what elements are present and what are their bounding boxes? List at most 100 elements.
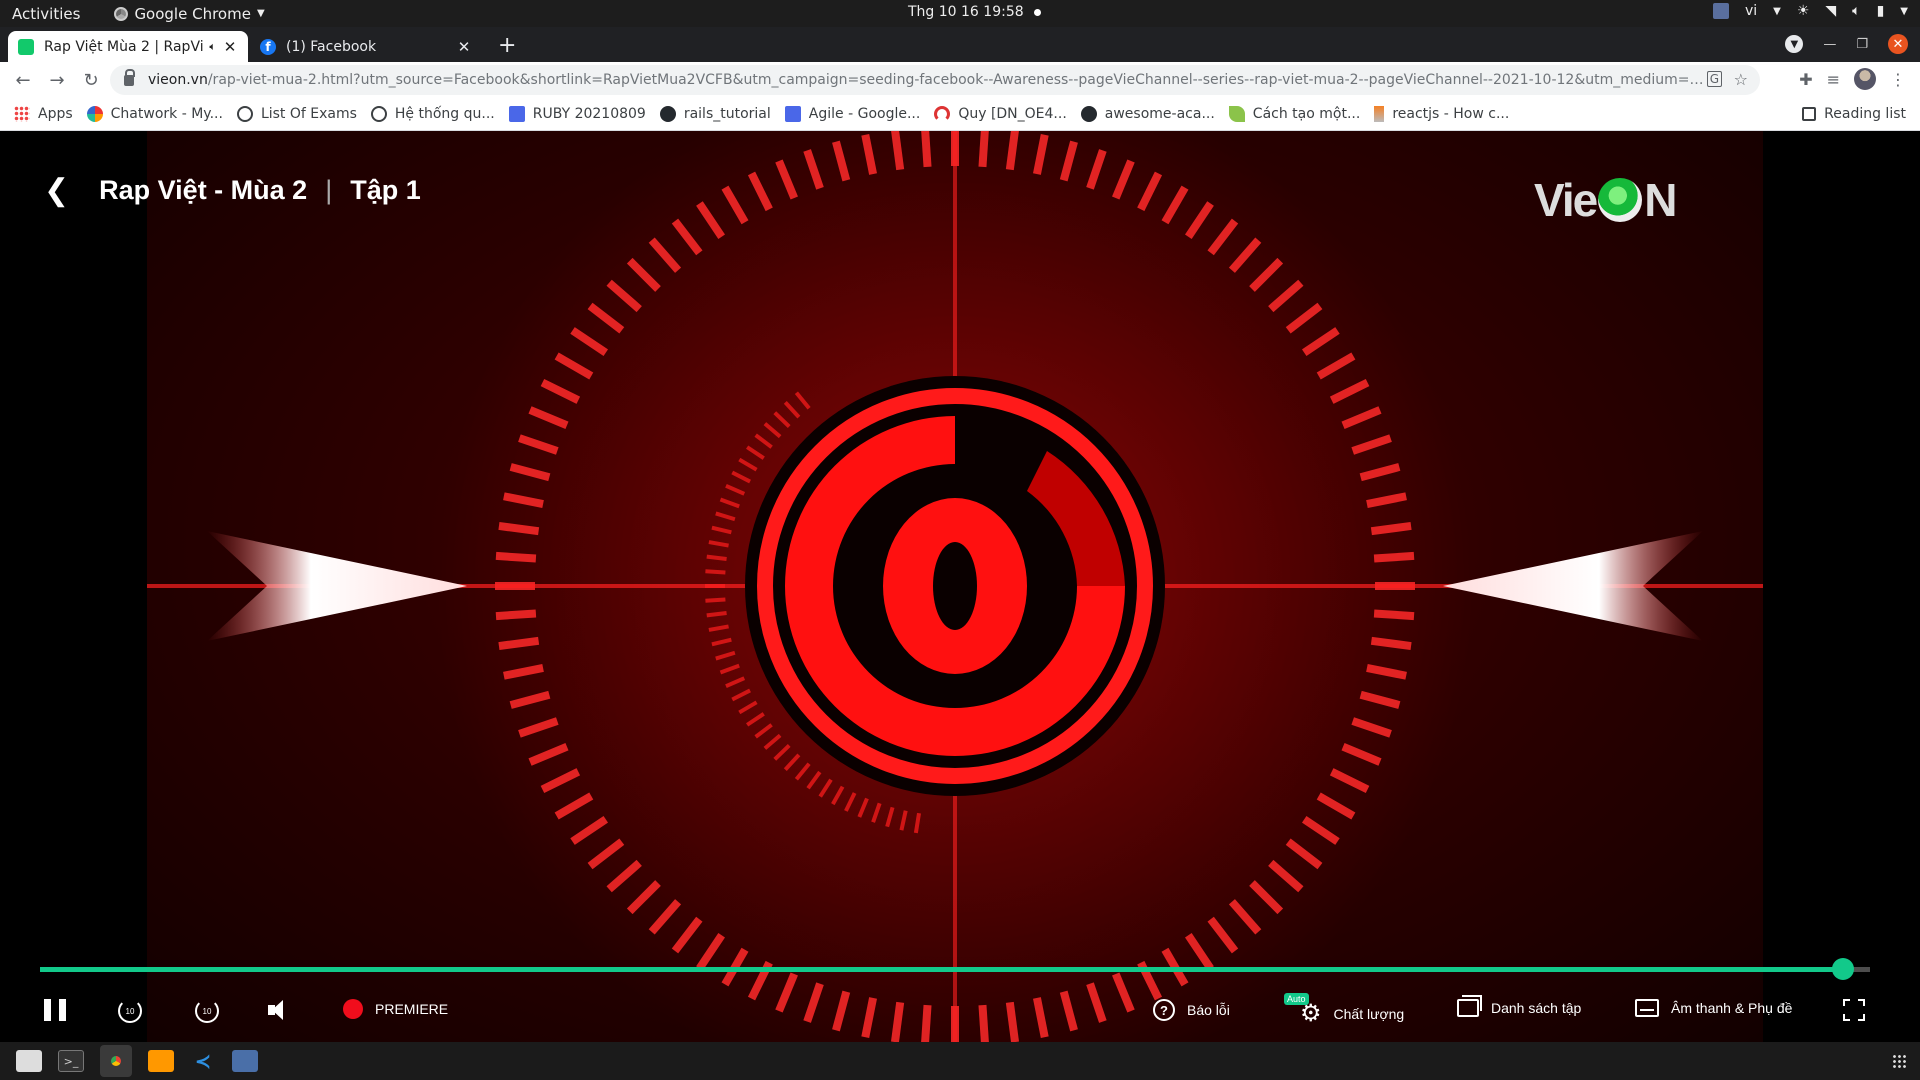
fullscreen-button[interactable] — [1843, 999, 1865, 1021]
brightness-icon[interactable]: ☀ — [1797, 3, 1810, 19]
extensions-icon[interactable]: ✚ — [1799, 70, 1812, 89]
close-tab-icon[interactable]: ✕ — [456, 38, 472, 56]
ring-tick — [495, 609, 537, 621]
back-arrow-icon[interactable]: ❮ — [44, 173, 69, 208]
tab-title: (1) Facebook — [286, 38, 377, 55]
pause-icon — [44, 999, 66, 1021]
battery-icon[interactable]: ▮ — [1877, 3, 1885, 19]
episode-list-button[interactable]: Danh sách tập — [1457, 995, 1581, 1017]
back-icon[interactable]: ← — [12, 70, 34, 91]
bookmark-label: Hệ thống qu... — [394, 106, 495, 122]
bookmark-rails-tutorial[interactable]: rails_tutorial — [659, 106, 771, 122]
reload-icon[interactable]: ↻ — [80, 70, 102, 91]
caret-down-icon: ▼ — [1900, 5, 1908, 17]
player-controls: 10 10 PREMIERE ? Báo lỗi ⚙ Auto Chất lượn… — [0, 991, 1920, 1035]
premiere-indicator: PREMIERE — [343, 999, 448, 1019]
language-indicator[interactable]: vi — [1745, 3, 1757, 19]
app-menu[interactable]: Google Chrome ▼ — [114, 5, 265, 23]
restore-icon[interactable]: ❐ — [1856, 37, 1868, 52]
inner-tick — [706, 554, 727, 561]
minimize-icon[interactable]: — — [1823, 37, 1836, 52]
bookmark-label: Apps — [38, 106, 73, 122]
terminal-app-icon[interactable]: >_ — [58, 1050, 84, 1072]
bookmark-label: Cách tạo một... — [1252, 106, 1361, 122]
new-tab-icon[interactable]: + — [498, 33, 516, 58]
tab-facebook[interactable]: f (1) Facebook ✕ — [250, 31, 482, 62]
browser-toolbar: ← → ↻ vieon.vn /rap-viet-mua-2.html?utm_… — [0, 62, 1920, 98]
profile-avatar[interactable] — [1854, 68, 1876, 90]
rewind-10-button[interactable]: 10 — [118, 999, 142, 1023]
forward-icon[interactable]: → — [46, 70, 68, 91]
show-applications-icon[interactable] — [1892, 1054, 1906, 1068]
leaf-icon — [1228, 106, 1245, 122]
quality-button[interactable]: ⚙ Auto Chất lượng — [1284, 993, 1404, 1028]
ring-tick — [1373, 551, 1415, 563]
auto-badge: Auto — [1284, 993, 1309, 1005]
caret-down-icon: ▼ — [1773, 5, 1781, 17]
video-title-bar: ❮ Rap Việt - Mùa 2 | Tập 1 — [44, 173, 421, 208]
wifi-icon[interactable]: ◥ — [1825, 3, 1836, 19]
menu-icon[interactable]: ⋮ — [1890, 70, 1906, 89]
files-app-icon[interactable] — [16, 1050, 42, 1072]
bookmark-cach-tao[interactable]: Cách tạo một... — [1228, 106, 1361, 122]
vieon-logo: Vie N — [1534, 173, 1677, 227]
address-bar[interactable]: vieon.vn /rap-viet-mua-2.html?utm_source… — [110, 65, 1760, 95]
bookmark-apps[interactable]: Apps — [14, 106, 73, 122]
keyboard-icon[interactable] — [1712, 3, 1729, 19]
audio-subtitles-button[interactable]: Âm thanh & Phụ đề — [1635, 999, 1792, 1017]
translate-icon[interactable]: G — [1706, 71, 1722, 87]
chrome-app-icon[interactable] — [100, 1045, 132, 1077]
audio-subtitles-label: Âm thanh & Phụ đề — [1671, 1000, 1793, 1016]
bookmark-agile[interactable]: Agile - Google... — [784, 106, 920, 122]
inner-tick — [706, 611, 727, 618]
clock[interactable]: Thg 10 16 19:58 — [908, 4, 1041, 20]
bookmark-reactjs[interactable]: reactjs - How c... — [1374, 106, 1509, 122]
tab-search-icon[interactable]: ▼ — [1785, 35, 1804, 53]
help-circle-icon: ? — [1153, 999, 1175, 1021]
reading-list-button[interactable]: Reading list — [1802, 106, 1906, 122]
volume-icon[interactable]: 🔈︎ — [1852, 3, 1860, 19]
facebook-favicon-icon: f — [260, 38, 276, 55]
bookmark-he-thong[interactable]: Hệ thống qu... — [370, 106, 495, 122]
translator-app-icon[interactable] — [232, 1050, 258, 1072]
bookmark-star-icon[interactable]: ☆ — [1734, 70, 1748, 89]
system-tray[interactable]: vi ▼ ☀ ◥ 🔈︎ ▮ ▼ — [1712, 3, 1908, 19]
pause-button[interactable] — [44, 999, 66, 1021]
report-button[interactable]: ? Báo lỗi — [1153, 999, 1230, 1021]
volume-button[interactable] — [268, 999, 290, 1021]
bookmark-label: rails_tutorial — [683, 106, 771, 122]
bookmark-chatwork[interactable]: Chatwork - My... — [86, 106, 223, 122]
bookmark-list-of-exams[interactable]: List Of Exams — [236, 106, 357, 122]
ring-tick — [498, 521, 540, 536]
audio-playing-icon[interactable]: 🔈︎ — [209, 40, 216, 54]
fullscreen-corner — [1858, 999, 1865, 1006]
progress-handle[interactable] — [1831, 958, 1854, 980]
premiere-label: PREMIERE — [375, 1001, 449, 1017]
close-window-icon[interactable]: ✕ — [1888, 34, 1908, 54]
media-controls-icon[interactable]: ≡ — [1827, 70, 1840, 89]
forward-10-icon: 10 — [195, 999, 219, 1023]
caret-down-icon: ▼ — [256, 8, 265, 19]
bookmark-awesome[interactable]: awesome-aca... — [1080, 106, 1215, 122]
tab-title: Rap Việt Mùa 2 | RapVi — [44, 38, 204, 55]
vscode-app-icon[interactable]: ≺ — [190, 1049, 216, 1073]
lock-icon[interactable] — [124, 68, 135, 86]
video-player[interactable]: ❮ Rap Việt - Mùa 2 | Tập 1 Vie N 10 10 PR… — [0, 131, 1920, 1042]
close-tab-icon[interactable]: ✕ — [222, 38, 238, 56]
notification-dot — [1033, 8, 1041, 16]
apps-grid-icon — [14, 106, 30, 122]
ring-tick — [1370, 636, 1412, 651]
clock-text: Thg 10 16 19:58 — [908, 4, 1024, 20]
progress-bar[interactable] — [40, 958, 1870, 980]
bookmark-ruby[interactable]: RUBY 20210809 — [508, 106, 646, 122]
vieon-favicon-icon — [18, 38, 34, 55]
fullscreen-corner — [1843, 999, 1850, 1006]
bookmark-label: Chatwork - My... — [110, 106, 223, 122]
bookmark-quy[interactable]: Quy [DN_OE4... — [934, 106, 1067, 122]
activities-button[interactable]: Activities — [12, 5, 80, 23]
chatwork-icon — [86, 106, 103, 122]
url-path: /rap-viet-mua-2.html?utm_source=Facebook… — [207, 72, 1708, 88]
tab-vieon[interactable]: Rap Việt Mùa 2 | RapVi 🔈︎ ✕ — [8, 31, 248, 62]
forward-10-button[interactable]: 10 — [195, 999, 219, 1023]
sublime-text-app-icon[interactable] — [148, 1050, 174, 1072]
